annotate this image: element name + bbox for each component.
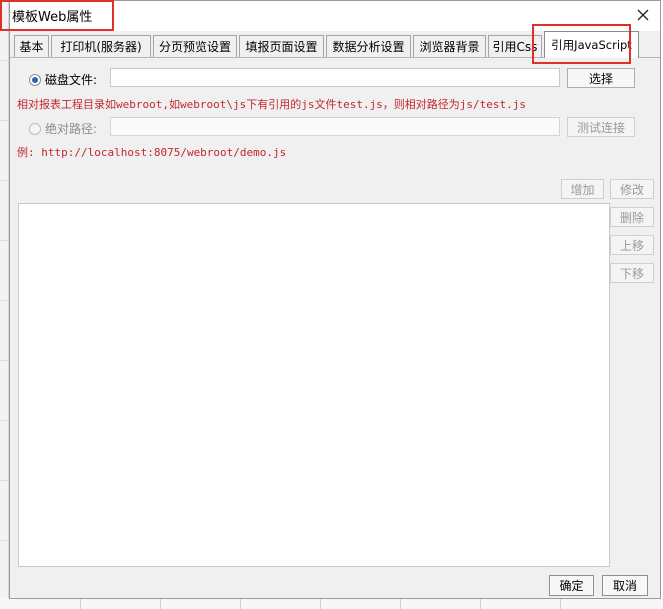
template-web-properties-dialog: 模板Web属性 基本 打印机(服务器) 分页预览设置 填报页面设置 数据分析设置…	[9, 0, 661, 599]
tab-reference-javascript[interactable]: 引用JavaScript	[544, 31, 639, 58]
disk-file-label: 磁盘文件:	[45, 73, 98, 87]
title-bar: 模板Web属性	[10, 1, 660, 31]
absolute-path-label: 绝对路径:	[45, 122, 98, 136]
move-up-button[interactable]: 上移	[610, 235, 654, 255]
close-button[interactable]	[630, 3, 656, 27]
javascript-panel: 磁盘文件: 选择 相对报表工程目录如webroot,如webroot\js下有引…	[10, 57, 660, 570]
tab-page-preview[interactable]: 分页预览设置	[153, 35, 237, 57]
test-connection-button[interactable]: 测试连接	[567, 117, 635, 137]
tab-data-analysis[interactable]: 数据分析设置	[326, 35, 411, 57]
window-title: 模板Web属性	[12, 10, 93, 25]
tab-browser-background[interactable]: 浏览器背景	[413, 35, 486, 57]
cancel-button[interactable]: 取消	[602, 575, 648, 596]
tab-bar: 基本 打印机(服务器) 分页预览设置 填报页面设置 数据分析设置 浏览器背景 引…	[10, 31, 660, 58]
absolute-path-option[interactable]: 绝对路径:	[29, 120, 97, 137]
relative-path-hint: 相对报表工程目录如webroot,如webroot\js下有引用的js文件tes…	[17, 98, 527, 111]
javascript-file-list[interactable]	[18, 203, 610, 567]
disk-file-option[interactable]: 磁盘文件:	[29, 71, 97, 88]
close-icon	[637, 9, 649, 21]
move-down-button[interactable]: 下移	[610, 263, 654, 283]
tab-reference-css[interactable]: 引用Css	[488, 35, 542, 57]
tab-fill-page[interactable]: 填报页面设置	[239, 35, 324, 57]
tab-basic[interactable]: 基本	[14, 35, 49, 57]
absolute-path-radio[interactable]	[29, 122, 41, 135]
absolute-path-input[interactable]	[110, 117, 560, 136]
add-button[interactable]: 增加	[561, 179, 604, 199]
background-sheet-bottom	[0, 598, 663, 609]
choose-file-button[interactable]: 选择	[567, 68, 635, 88]
modify-button[interactable]: 修改	[610, 179, 654, 199]
example-url-hint: 例: http://localhost:8075/webroot/demo.js	[17, 146, 287, 159]
delete-button[interactable]: 删除	[610, 207, 654, 227]
disk-file-radio[interactable]	[29, 73, 41, 86]
tab-printer-server[interactable]: 打印机(服务器)	[51, 35, 151, 57]
disk-file-path-input[interactable]	[110, 68, 560, 87]
ok-button[interactable]: 确定	[549, 575, 594, 596]
background-sheet-strip	[0, 0, 9, 609]
